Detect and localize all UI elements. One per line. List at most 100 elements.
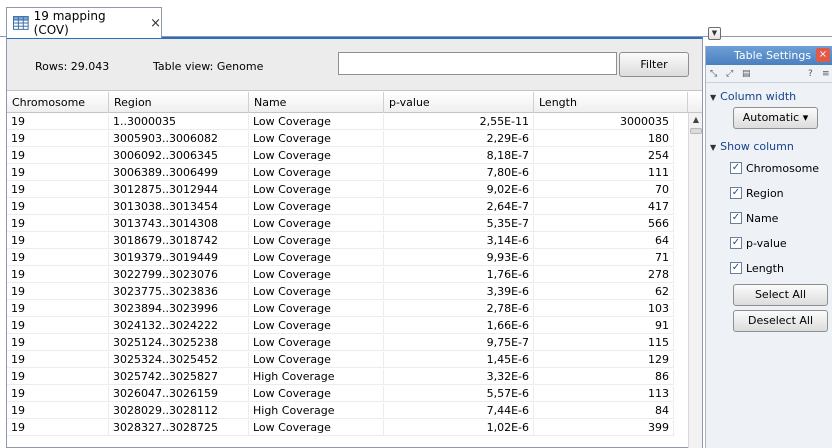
help-icon[interactable]: ? — [808, 65, 813, 83]
table-row[interactable]: 19 3023775..3023836 Low Coverage 3,39E-6 62 — [7, 284, 688, 300]
table-row[interactable]: 19 3022799..3023076 Low Coverage 1,76E-6 278 — [7, 267, 688, 283]
show-column-title: Show column — [720, 140, 794, 153]
table-cell: 62 — [534, 284, 674, 300]
table-cell: 19 — [7, 403, 109, 419]
checkbox[interactable]: ✓ — [730, 237, 742, 249]
column-width-dropdown[interactable]: Automatic ▾ — [733, 107, 818, 129]
show-column-name[interactable]: ✓ Name — [730, 210, 778, 226]
checkbox[interactable]: ✓ — [730, 162, 742, 174]
table-cell: Low Coverage — [249, 233, 384, 249]
table-cell: 3,39E-6 — [384, 284, 534, 300]
table-row[interactable]: 19 3013038..3013454 Low Coverage 2,64E-7 417 — [7, 199, 688, 215]
table-cell: 1,45E-6 — [384, 352, 534, 368]
checkbox[interactable]: ✓ — [730, 262, 742, 274]
table-cell: 3028327..3028725 — [109, 420, 249, 436]
chevron-down-icon: ▾ — [802, 111, 809, 124]
table-cell: 3019379..3019449 — [109, 250, 249, 266]
table-cell: Low Coverage — [249, 267, 384, 283]
table-cell: 3013743..3014308 — [109, 216, 249, 232]
filter-button[interactable]: Filter — [619, 52, 689, 77]
table-row[interactable]: 19 3018679..3018742 Low Coverage 3,14E-6 64 — [7, 233, 688, 249]
show-column-region[interactable]: ✓ Region — [730, 185, 784, 201]
table-cell: 180 — [534, 131, 674, 147]
table-cell: 19 — [7, 284, 109, 300]
table-row[interactable]: 19 3023894..3023996 Low Coverage 2,78E-6 103 — [7, 301, 688, 317]
table-cell: Low Coverage — [249, 284, 384, 300]
data-table: Chromosome Region Name p-value Length 19 1..3… — [7, 92, 702, 448]
table-cell: 19 — [7, 165, 109, 181]
column-header-name[interactable]: Name — [249, 92, 384, 113]
table-cell: 19 — [7, 250, 109, 266]
checkbox-label: Name — [746, 211, 779, 225]
table-row[interactable]: 19 3026047..3026159 Low Coverage 5,57E-6 113 — [7, 386, 688, 402]
expand-icon[interactable]: ⤡ — [710, 65, 717, 83]
filter-input[interactable] — [338, 52, 617, 75]
show-column-chromosome[interactable]: ✓ Chromosome — [730, 160, 819, 176]
select-all-button[interactable]: Select All — [733, 284, 828, 306]
table-cell: Low Coverage — [249, 420, 384, 436]
chevron-down-icon[interactable]: ▼ — [708, 27, 721, 40]
table-cell: 71 — [534, 250, 674, 266]
table-cell: 5,35E-7 — [384, 216, 534, 232]
table-row[interactable]: 19 3025742..3025827 High Coverage 3,32E-6 86 — [7, 369, 688, 385]
table-cell: 2,29E-6 — [384, 131, 534, 147]
table-cell: 86 — [534, 369, 674, 385]
column-header-region[interactable]: Region — [109, 92, 249, 113]
table-cell: 3,14E-6 — [384, 233, 534, 249]
table-row[interactable]: 19 1..3000035 Low Coverage 2,55E-11 3000035 — [7, 114, 688, 130]
column-header-chromosome[interactable]: Chromosome — [7, 92, 109, 113]
checkbox[interactable]: ✓ — [730, 212, 742, 224]
vertical-scrollbar[interactable]: ▲ — [688, 113, 702, 448]
table-row[interactable]: 19 3025124..3025238 Low Coverage 9,75E-7 115 — [7, 335, 688, 351]
table-cell: 91 — [534, 318, 674, 334]
table-cell: 1,02E-6 — [384, 420, 534, 436]
table-row[interactable]: 19 3013743..3014308 Low Coverage 5,35E-7 566 — [7, 216, 688, 232]
table-row[interactable]: 19 3025324..3025452 Low Coverage 1,45E-6 129 — [7, 352, 688, 368]
table-cell: 9,93E-6 — [384, 250, 534, 266]
scrollbar-thumb[interactable] — [690, 128, 702, 134]
table-row[interactable]: 19 3006092..3006345 Low Coverage 8,18E-7 254 — [7, 148, 688, 164]
show-column-section[interactable]: ▼ Show column — [710, 140, 794, 153]
table-cell: Low Coverage — [249, 114, 384, 130]
table-row[interactable]: 19 3028029..3028112 High Coverage 7,44E-6 84 — [7, 403, 688, 419]
collapse-icon[interactable]: ⤢ — [726, 65, 733, 83]
table-cell: High Coverage — [249, 369, 384, 385]
menu-icon[interactable]: ≡ — [822, 65, 830, 83]
save-settings-icon[interactable]: ▤ — [742, 65, 751, 83]
table-row[interactable]: 19 3005903..3006082 Low Coverage 2,29E-6 180 — [7, 131, 688, 147]
column-header-p-value[interactable]: p-value — [384, 92, 534, 113]
table-cell: 3013038..3013454 — [109, 199, 249, 215]
column-header-length[interactable]: Length — [534, 92, 688, 113]
settings-close-icon[interactable]: × — [816, 48, 830, 62]
column-width-section[interactable]: ▼ Column width — [710, 90, 796, 103]
checkbox[interactable]: ✓ — [730, 187, 742, 199]
show-column-p-value[interactable]: ✓ p-value — [730, 235, 787, 251]
table-cell: 19 — [7, 386, 109, 402]
tab-close-icon[interactable]: × — [150, 16, 161, 31]
table-view-panel: Rows: 29.043 Table view: Genome Filter C… — [6, 37, 703, 448]
table-row[interactable]: 19 3024132..3024222 Low Coverage 1,66E-6 91 — [7, 318, 688, 334]
show-column-length[interactable]: ✓ Length — [730, 260, 784, 276]
table-cell: Low Coverage — [249, 335, 384, 351]
table-row[interactable]: 19 3012875..3012944 Low Coverage 9,02E-6 70 — [7, 182, 688, 198]
checkbox-label: Length — [746, 261, 784, 275]
settings-toolbar: ⤡ ⤢ ▤ ? ≡ — [706, 65, 832, 83]
tab-label: 19 mapping (COV) — [33, 9, 106, 37]
table-cell: 1,66E-6 — [384, 318, 534, 334]
table-cell: 19 — [7, 301, 109, 317]
table-cell: 3005903..3006082 — [109, 131, 249, 147]
table-cell: 3022799..3023076 — [109, 267, 249, 283]
triangle-down-icon: ▼ — [710, 93, 717, 102]
checkbox-label: Chromosome — [746, 161, 820, 175]
table-row[interactable]: 19 3006389..3006499 Low Coverage 7,80E-6 111 — [7, 165, 688, 181]
table-cell: Low Coverage — [249, 148, 384, 164]
table-cell: 1..3000035 — [109, 114, 249, 130]
tab-19-mapping[interactable]: 19 mapping (COV) × — [6, 7, 162, 38]
table-cell: 3,32E-6 — [384, 369, 534, 385]
scroll-up-icon[interactable]: ▲ — [689, 113, 702, 127]
deselect-all-button[interactable]: Deselect All — [733, 310, 828, 332]
table-cell: 8,18E-7 — [384, 148, 534, 164]
table-row[interactable]: 19 3028327..3028725 Low Coverage 1,02E-6 399 — [7, 420, 688, 436]
table-row[interactable]: 19 3019379..3019449 Low Coverage 9,93E-6 71 — [7, 250, 688, 266]
table-cell: 2,64E-7 — [384, 199, 534, 215]
